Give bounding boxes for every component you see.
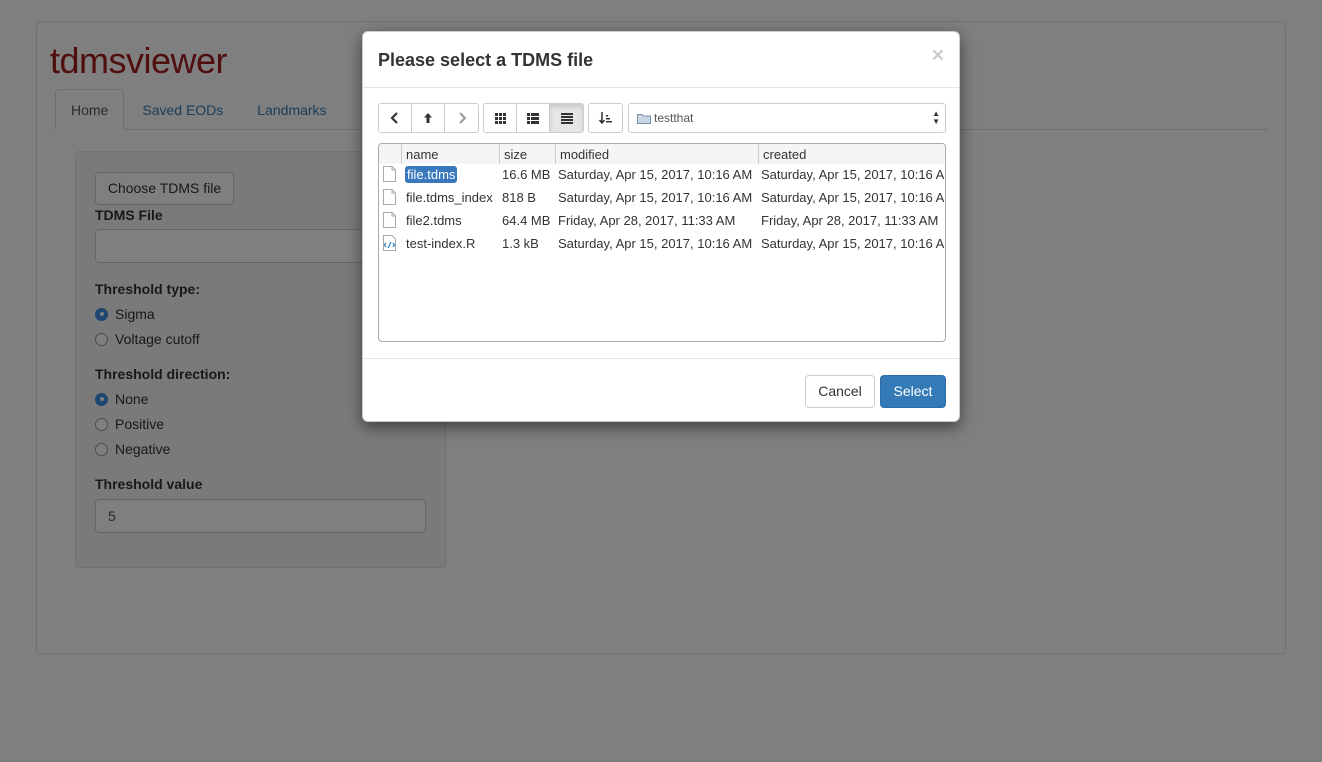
- list-icon: [527, 112, 539, 124]
- file-name: file.tdms_index: [406, 190, 493, 205]
- modal-title: Please select a TDMS file: [378, 50, 594, 70]
- list-view-button[interactable]: [517, 104, 550, 132]
- file-list: name size modified created file.tdms 16.…: [378, 143, 946, 342]
- sort-icon: [599, 111, 612, 124]
- file-modified: Saturday, Apr 15, 2017, 10:16 AM: [558, 190, 753, 205]
- forward-button[interactable]: [445, 104, 478, 132]
- back-button[interactable]: [379, 104, 412, 132]
- modal-header: Please select a TDMS file ×: [363, 32, 959, 88]
- column-header-created[interactable]: created: [758, 144, 945, 164]
- file-icon: [383, 189, 396, 205]
- file-created: Saturday, Apr 15, 2017, 10:16 AM: [761, 236, 946, 251]
- file-select-dialog: Please select a TDMS file × testthat ▲ ▼…: [362, 31, 960, 422]
- file-icon: [383, 166, 396, 182]
- cancel-button[interactable]: Cancel: [805, 375, 875, 408]
- file-size: 16.6 MB: [502, 167, 551, 182]
- file-modified: Friday, Apr 28, 2017, 11:33 AM: [558, 213, 736, 228]
- directory-name: testthat: [654, 111, 694, 125]
- file-size: 818 B: [502, 190, 536, 205]
- column-header-size[interactable]: size: [499, 144, 555, 164]
- sort-button-group: [588, 103, 623, 133]
- grid-icon: [494, 112, 506, 124]
- close-icon[interactable]: ×: [932, 45, 944, 66]
- file-size: 64.4 MB: [502, 213, 551, 228]
- file-name: file.tdms: [405, 166, 458, 183]
- detail-list-icon: [560, 112, 573, 124]
- file-browser-toolbar: testthat ▲ ▼: [378, 103, 946, 133]
- file-created: Saturday, Apr 15, 2017, 10:16 AM: [761, 190, 946, 205]
- modal-footer: Cancel Select: [363, 358, 959, 422]
- file-modified: Saturday, Apr 15, 2017, 10:16 AM: [558, 167, 753, 182]
- arrow-up-icon: [424, 113, 432, 123]
- navigation-button-group: [378, 103, 479, 133]
- file-row[interactable]: file2.tdms 64.4 MB Friday, Apr 28, 2017,…: [379, 209, 945, 232]
- view-mode-button-group: [483, 103, 584, 133]
- sort-button[interactable]: [589, 104, 622, 132]
- file-created: Friday, Apr 28, 2017, 11:33 AM: [761, 213, 939, 228]
- detail-view-button[interactable]: [550, 104, 583, 132]
- file-row[interactable]: file.tdms 16.6 MB Saturday, Apr 15, 2017…: [379, 163, 945, 186]
- select-caret-icon: ▲ ▼: [932, 109, 940, 126]
- directory-select[interactable]: testthat ▲ ▼: [628, 103, 946, 133]
- select-button[interactable]: Select: [880, 375, 946, 408]
- folder-icon: [637, 113, 651, 124]
- file-list-header: name size modified created: [379, 144, 945, 165]
- column-header-name[interactable]: name: [401, 144, 501, 164]
- up-button[interactable]: [412, 104, 445, 132]
- chevron-left-icon: [390, 112, 398, 124]
- icon-view-button[interactable]: [484, 104, 517, 132]
- chevron-right-icon: [458, 112, 466, 124]
- file-name: test-index.R: [406, 236, 476, 251]
- file-modified: Saturday, Apr 15, 2017, 10:16 AM: [558, 236, 753, 251]
- r-script-icon: [383, 235, 396, 251]
- file-created: Saturday, Apr 15, 2017, 10:16 AM: [761, 167, 946, 182]
- file-size: 1.3 kB: [502, 236, 539, 251]
- column-header-modified[interactable]: modified: [555, 144, 758, 164]
- file-row[interactable]: test-index.R 1.3 kB Saturday, Apr 15, 20…: [379, 232, 945, 255]
- file-name: file2.tdms: [406, 213, 462, 228]
- file-row[interactable]: file.tdms_index 818 B Saturday, Apr 15, …: [379, 186, 945, 209]
- file-icon: [383, 212, 396, 228]
